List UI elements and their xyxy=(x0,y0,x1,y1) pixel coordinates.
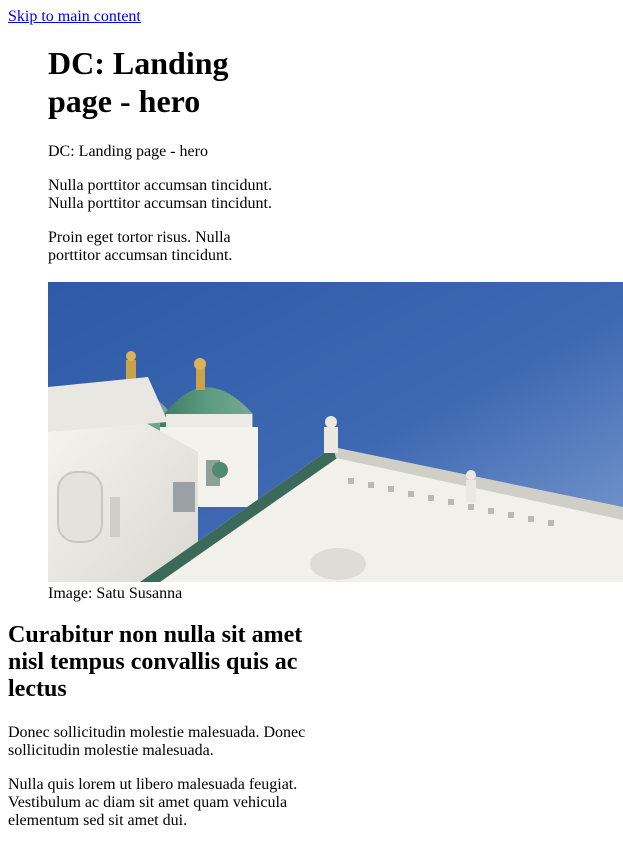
body-paragraph: Nulla quis lorem ut libero malesuada feu… xyxy=(8,776,298,829)
hero-image-cathedral xyxy=(48,282,623,582)
skip-to-main-link[interactable]: Skip to main content xyxy=(8,8,141,26)
hero-subtitle: DC: Landing page - hero xyxy=(48,143,208,160)
hero-paragraph: Nulla porttitor accumsan tincidunt. Null… xyxy=(48,177,272,212)
hero-section: DC: Landing page - hero DC: Landing page… xyxy=(48,44,623,603)
image-caption: Image: Satu Susanna xyxy=(48,585,183,602)
hero-paragraph: Proin eget tortor risus. Nulla porttitor… xyxy=(48,229,233,264)
main-content: Curabitur non nulla sit amet nisl tempus… xyxy=(8,622,318,830)
section-heading: Curabitur non nulla sit amet nisl tempus… xyxy=(8,622,303,702)
hero-figure: Image: Satu Susanna xyxy=(48,282,623,603)
body-paragraph: Donec sollicitudin molestie malesuada. D… xyxy=(8,724,306,759)
hero-title: DC: Landing page - hero xyxy=(48,45,229,119)
